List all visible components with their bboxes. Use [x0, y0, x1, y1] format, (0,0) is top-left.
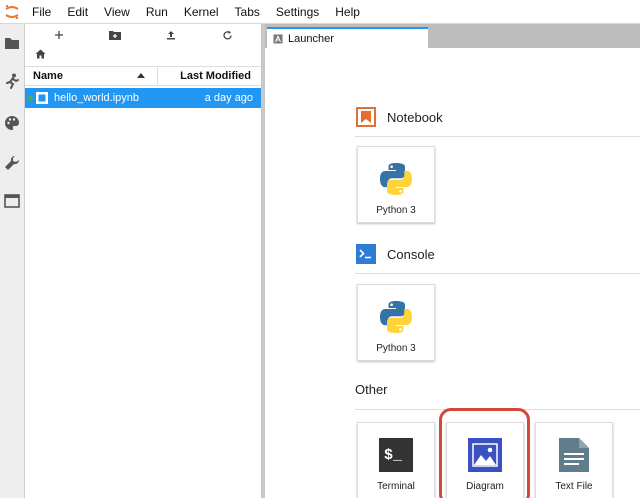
other-section-label: Other [355, 382, 388, 397]
upload-button[interactable] [158, 25, 184, 45]
python-icon [376, 159, 416, 199]
tab-icon[interactable] [3, 192, 21, 210]
launcher-tab-icon [273, 34, 283, 44]
folder-icon[interactable] [3, 34, 21, 52]
new-folder-icon [109, 31, 121, 40]
text-file-card[interactable]: Text File [535, 422, 613, 498]
name-column-label: Name [33, 70, 63, 82]
running-indicator-icon [28, 95, 33, 101]
notebook-section-title: Notebook [355, 106, 443, 128]
other-section-title: Other [355, 382, 388, 397]
card-label: Python 3 [376, 205, 416, 216]
refresh-button[interactable] [214, 25, 240, 45]
menu-kernel[interactable]: Kernel [176, 0, 227, 24]
card-label: Terminal [377, 481, 415, 492]
file-name: hello_world.ipynb [54, 92, 139, 104]
plus-icon [55, 31, 63, 39]
launcher-panel: Notebook Python 3 Console Python 3 Other… [265, 49, 640, 498]
main-area: Launcher Notebook Python 3 Console Pytho… [265, 24, 640, 498]
console-divider [355, 273, 640, 274]
notebook-section-label: Notebook [387, 109, 443, 125]
notebook-divider [355, 136, 640, 137]
home-icon[interactable] [35, 48, 46, 62]
tab-bar: Launcher [265, 24, 640, 49]
console-section-label: Console [387, 246, 435, 262]
console-icon [355, 243, 377, 265]
text-file-icon [554, 435, 594, 475]
refresh-icon [222, 30, 232, 39]
new-folder-button[interactable] [102, 25, 128, 45]
menu-run[interactable]: Run [138, 0, 176, 24]
file-row[interactable]: hello_world.ipynb a day ago [25, 88, 261, 108]
menu-view[interactable]: View [96, 0, 138, 24]
menu-tabs[interactable]: Tabs [227, 0, 268, 24]
palette-icon[interactable] [3, 114, 21, 132]
menu-bar: File Edit View Run Kernel Tabs Settings … [0, 0, 640, 24]
running-icon[interactable] [3, 72, 21, 90]
card-label: Text File [555, 481, 593, 492]
menu-settings[interactable]: Settings [268, 0, 327, 24]
menu-help[interactable]: Help [327, 0, 368, 24]
tab-label: Launcher [288, 33, 334, 45]
menu-file[interactable]: File [24, 0, 59, 24]
activity-rail [0, 24, 25, 498]
terminal-card[interactable]: $_ Terminal [357, 422, 435, 498]
last-modified-column-label: Last Modified [180, 70, 251, 82]
python-icon [376, 297, 416, 337]
svg-text:$_: $_ [384, 447, 403, 464]
file-list-header: Name Last Modified [25, 66, 261, 86]
new-launcher-button[interactable] [46, 25, 72, 45]
notebook-python3-card[interactable]: Python 3 [357, 146, 435, 223]
breadcrumb [25, 46, 261, 64]
menu-edit[interactable]: Edit [59, 0, 96, 24]
last-modified-column-header[interactable]: Last Modified [158, 67, 261, 85]
console-python3-card[interactable]: Python 3 [357, 284, 435, 361]
name-column-header[interactable]: Name [25, 67, 158, 85]
sort-caret-icon [137, 73, 145, 78]
wrench-icon[interactable] [3, 154, 21, 172]
jupyterlab-window: File Edit View Run Kernel Tabs Settings … [0, 0, 640, 498]
file-browser-toolbar [25, 24, 261, 46]
terminal-icon: $_ [376, 435, 416, 475]
diagram-highlight-annotation [439, 408, 530, 498]
upload-icon [167, 31, 175, 40]
jupyter-logo-icon [0, 0, 24, 24]
notebook-icon [355, 106, 377, 128]
tab-launcher[interactable]: Launcher [267, 27, 428, 49]
file-modified: a day ago [204, 92, 253, 104]
card-label: Python 3 [376, 343, 416, 354]
file-browser: Name Last Modified hello_world.ipynb a d… [25, 24, 261, 498]
notebook-file-icon [36, 92, 48, 104]
console-section-title: Console [355, 243, 435, 265]
